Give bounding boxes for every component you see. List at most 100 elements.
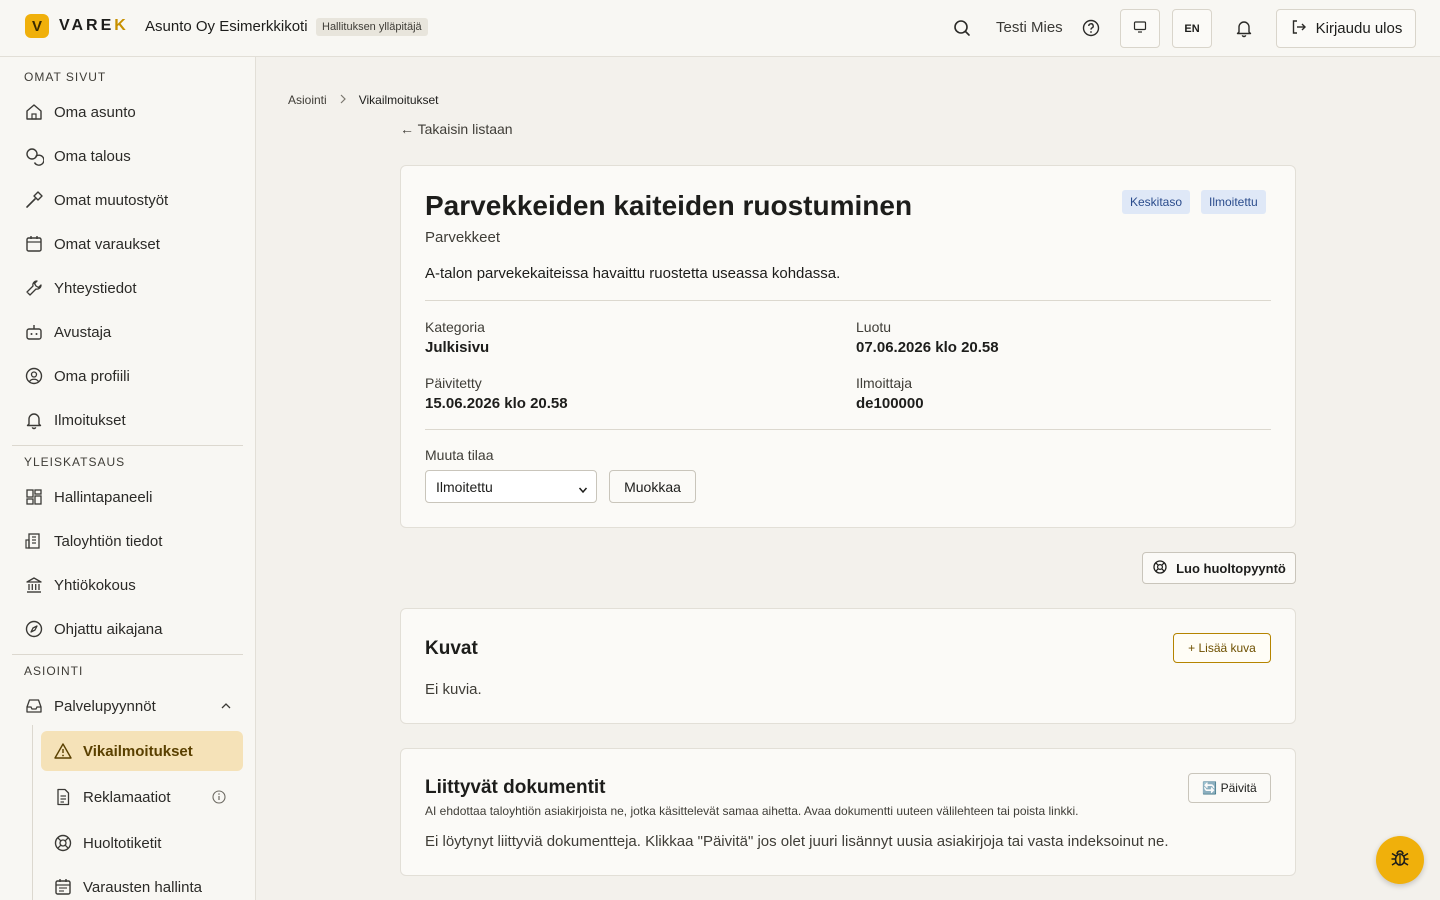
chevron-up-icon[interactable] <box>219 699 233 713</box>
sidebar-item-label: Ohjattu aikajana <box>54 620 163 638</box>
building-icon <box>24 531 44 551</box>
related-documents-card: Liittyvät dokumentit AI ehdottaa taloyht… <box>400 748 1296 876</box>
dashboard-icon <box>24 487 44 507</box>
sidebar-item-label: Omat varaukset <box>54 235 160 253</box>
back-to-list-link[interactable]: ← Takaisin listaan <box>400 121 513 137</box>
sidebar-item-oma-profiili[interactable]: Oma profiili <box>12 356 243 396</box>
bug-icon <box>1389 847 1411 874</box>
documents-hint: AI ehdottaa taloyhtiön asiakirjoista ne,… <box>425 804 1079 818</box>
sidebar-item-hallintapaneeli[interactable]: Hallintapaneeli <box>12 477 243 517</box>
issue-details-card: Parvekkeiden kaiteiden ruostuminen Parve… <box>400 165 1296 528</box>
sidebar-item-ilmoitukset[interactable]: Ilmoitukset <box>12 400 243 440</box>
refresh-documents-button[interactable]: 🔄 Päivitä <box>1188 773 1271 803</box>
created-label: Luotu <box>856 319 892 335</box>
create-service-request-label: Luo huoltopyyntö <box>1176 560 1286 576</box>
landmark-icon <box>24 575 44 595</box>
sidebar-item-omat-muutostyot[interactable]: Omat muutostyöt <box>12 180 243 220</box>
status-badge: Ilmoitettu <box>1201 190 1266 214</box>
edit-button[interactable]: Muokkaa <box>609 470 696 503</box>
breadcrumb: Asiointi Vikailmoitukset <box>288 93 439 107</box>
add-image-button[interactable]: + Lisää kuva <box>1173 633 1271 663</box>
sidebar-item-taloyhtion-tiedot[interactable]: Taloyhtiön tiedot <box>12 521 243 561</box>
user-name[interactable]: Testi Mies <box>996 19 1063 36</box>
sidebar-item-ohjattu-aikajana[interactable]: Ohjattu aikajana <box>12 609 243 649</box>
logout-label: Kirjaudu ulos <box>1315 20 1403 37</box>
top-bar: V VAREK Asunto Oy Esimerkkikoti Hallituk… <box>0 0 1440 57</box>
documents-title: Liittyvät dokumentit <box>425 777 606 798</box>
sidebar-item-label: Varausten hallinta <box>83 878 202 896</box>
issue-description: A-talon parvekekaiteissa havaittu ruoste… <box>425 265 841 282</box>
warning-icon <box>53 741 73 761</box>
monitor-icon <box>1133 20 1147 37</box>
sidebar-item-oma-talous[interactable]: Oma talous <box>12 136 243 176</box>
sidebar-item-yhtiokokous[interactable]: Yhtiökokous <box>12 565 243 605</box>
bot-icon <box>24 322 44 342</box>
logo-text: VAREK <box>59 17 129 35</box>
language-button[interactable]: EN <box>1172 9 1212 48</box>
sidebar-item-yhteystiedot[interactable]: Yhteystiedot <box>12 268 243 308</box>
sidebar-item-huoltotiketit[interactable]: Huoltotiketit <box>41 823 243 863</box>
sidebar-item-varausten-hallinta[interactable]: Varausten hallinta <box>41 867 243 900</box>
divider <box>425 429 1271 430</box>
display-mode-button[interactable] <box>1120 9 1160 48</box>
created-value: 07.06.2026 klo 20.58 <box>856 339 999 356</box>
help-icon[interactable] <box>1081 18 1101 38</box>
logo-mark: V <box>25 14 49 38</box>
sidebar-item-omat-varaukset[interactable]: Omat varaukset <box>12 224 243 264</box>
notifications-bell-icon[interactable] <box>1234 18 1254 38</box>
compass-icon <box>24 619 44 639</box>
sidebar-item-label: Yhteystiedot <box>54 279 137 297</box>
search-icon[interactable] <box>952 18 972 38</box>
logout-icon <box>1290 18 1308 40</box>
document-icon <box>53 787 73 807</box>
sidebar-divider <box>12 445 243 446</box>
submenu-guide-line <box>32 725 33 900</box>
sidebar-item-vikailmoitukset[interactable]: Vikailmoitukset <box>41 731 243 771</box>
status-select[interactable]: Ilmoitettu <box>425 470 597 503</box>
calendar-icon <box>24 234 44 254</box>
logo[interactable]: V VAREK <box>25 14 129 38</box>
images-empty-text: Ei kuvia. <box>425 681 482 698</box>
sidebar-item-label: Hallintapaneeli <box>54 488 153 506</box>
sidebar-item-label: Vikailmoitukset <box>83 742 193 760</box>
category-label: Kategoria <box>425 319 485 335</box>
sidebar-item-label: Yhtiökokous <box>54 576 136 594</box>
sidebar-item-reklamaatiot[interactable]: Reklamaatiot <box>41 777 243 817</box>
issue-location: Parvekkeet <box>425 229 501 246</box>
coins-icon <box>24 146 44 166</box>
user-circle-icon <box>24 366 44 386</box>
priority-badge: Keskitaso <box>1122 190 1191 214</box>
breadcrumb-parent-link[interactable]: Asiointi <box>288 93 327 107</box>
role-badge: Hallituksen ylläpitäjä <box>316 18 428 36</box>
status-change-label: Muuta tilaa <box>425 447 494 463</box>
reporter-label: Ilmoittaja <box>856 375 913 391</box>
lifebuoy-icon <box>1152 559 1168 578</box>
sidebar-item-label: Taloyhtiön tiedot <box>54 532 163 550</box>
sidebar-item-label: Omat muutostyöt <box>54 191 169 209</box>
bug-report-button[interactable] <box>1376 836 1424 884</box>
create-service-request-button[interactable]: Luo huoltopyyntö <box>1142 552 1296 584</box>
sidebar-item-oma-asunto[interactable]: Oma asunto <box>12 92 243 132</box>
logo-text-main: VARE <box>59 17 115 34</box>
sidebar-group-palvelupyynnot[interactable]: Palvelupyynnöt <box>12 686 243 726</box>
sidebar-item-label: Avustaja <box>54 323 112 341</box>
chevron-down-icon <box>578 482 588 494</box>
sidebar-item-label: Reklamaatiot <box>83 788 171 806</box>
images-title: Kuvat <box>425 638 478 659</box>
updated-value: 15.06.2026 klo 20.58 <box>425 395 568 412</box>
status-select-value: Ilmoitettu <box>436 478 493 495</box>
sidebar-item-avustaja[interactable]: Avustaja <box>12 312 243 352</box>
info-icon[interactable] <box>211 789 227 805</box>
bell-icon <box>24 410 44 430</box>
section-title-personal: OMAT SIVUT <box>24 70 107 84</box>
documents-empty-text: Ei löytynyt liittyviä dokumentteja. Klik… <box>425 833 1169 850</box>
logout-button[interactable]: Kirjaudu ulos <box>1276 9 1416 48</box>
sidebar-item-label: Ilmoitukset <box>54 411 126 429</box>
chevron-right-icon <box>339 93 347 107</box>
sidebar-item-label: Oma profiili <box>54 367 130 385</box>
calendar-icon <box>53 877 73 897</box>
issue-title: Parvekkeiden kaiteiden ruostuminen <box>425 190 913 221</box>
org-name: Asunto Oy Esimerkkikoti <box>145 18 308 35</box>
section-title-overview: YLEISKATSAUS <box>24 455 126 469</box>
images-card: Kuvat + Lisää kuva Ei kuvia. <box>400 608 1296 724</box>
